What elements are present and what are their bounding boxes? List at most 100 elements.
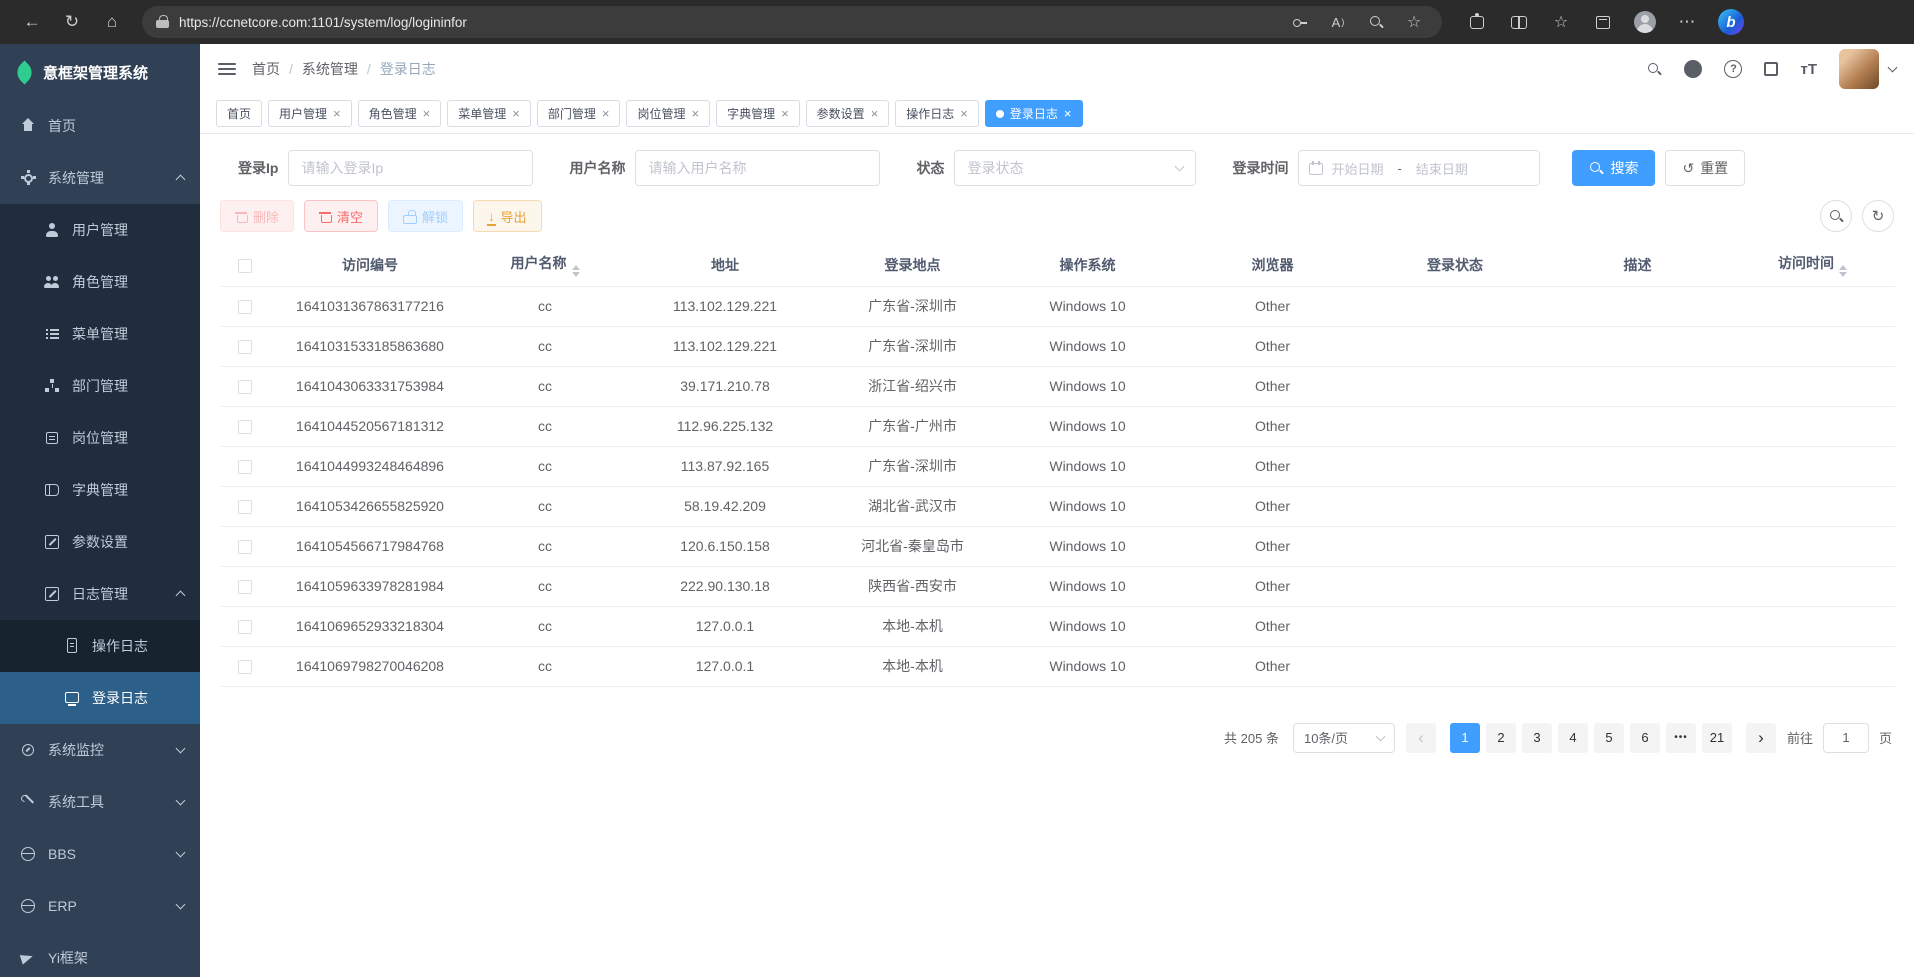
header-search-icon[interactable]: [1647, 62, 1662, 77]
clear-button[interactable]: 清空: [304, 200, 378, 232]
sidebar-item-operlog[interactable]: 操作日志: [0, 620, 200, 672]
sidebar-item-home[interactable]: 首页: [0, 100, 200, 152]
sidebar-item-erp[interactable]: ERP: [0, 880, 200, 932]
sort-icon[interactable]: [572, 265, 580, 277]
github-icon[interactable]: [1684, 60, 1702, 78]
close-icon[interactable]: ×: [512, 106, 520, 121]
page-button-4[interactable]: 4: [1558, 723, 1588, 753]
tab-岗位管理[interactable]: 岗位管理×: [626, 100, 710, 127]
font-size-icon[interactable]: тT: [1800, 61, 1817, 78]
row-checkbox[interactable]: [238, 380, 252, 394]
sidebar-item-label: 字典管理: [72, 480, 128, 500]
row-checkbox[interactable]: [238, 580, 252, 594]
tab-操作日志[interactable]: 操作日志×: [895, 100, 979, 127]
row-checkbox[interactable]: [238, 460, 252, 474]
date-range-input[interactable]: 开始日期 - 结束日期: [1298, 150, 1540, 186]
page-size-select[interactable]: 10条/页: [1293, 723, 1395, 753]
page-button-5[interactable]: 5: [1594, 723, 1624, 753]
collections-icon[interactable]: [1586, 5, 1620, 39]
tab-参数设置[interactable]: 参数设置×: [806, 100, 890, 127]
sidebar-item-yi[interactable]: Yi框架: [0, 932, 200, 977]
sidebar-item-user[interactable]: 用户管理: [0, 204, 200, 256]
sidebar-item-monitor[interactable]: 系统监控: [0, 724, 200, 776]
tab-首页[interactable]: 首页: [216, 100, 262, 127]
add-favorite-icon[interactable]: ☆: [1400, 9, 1428, 35]
sidebar-item-menu[interactable]: 菜单管理: [0, 308, 200, 360]
split-screen-icon[interactable]: [1502, 5, 1536, 39]
sidebar-item-tool[interactable]: 系统工具: [0, 776, 200, 828]
refresh-table-button[interactable]: ↻: [1862, 200, 1894, 232]
sidebar-item-dept[interactable]: 部门管理: [0, 360, 200, 412]
row-checkbox[interactable]: [238, 300, 252, 314]
zoom-icon[interactable]: [1362, 9, 1390, 35]
tab-字典管理[interactable]: 字典管理×: [716, 100, 800, 127]
unlock-button[interactable]: 解锁: [388, 200, 463, 232]
avatar-chevron-icon[interactable]: [1888, 63, 1898, 73]
sidebar-item-system[interactable]: 系统管理: [0, 152, 200, 204]
password-key-icon[interactable]: [1286, 9, 1314, 35]
close-icon[interactable]: ×: [691, 106, 699, 121]
bing-discover-icon[interactable]: b: [1718, 9, 1744, 35]
sidebar-item-log[interactable]: 日志管理: [0, 568, 200, 620]
hamburger-icon[interactable]: [218, 63, 236, 75]
sort-icon[interactable]: [1839, 265, 1847, 277]
toggle-search-button[interactable]: [1820, 200, 1852, 232]
close-icon[interactable]: ×: [960, 106, 968, 121]
extensions-icon[interactable]: [1460, 5, 1494, 39]
user-avatar[interactable]: [1839, 49, 1879, 89]
page-button-1[interactable]: 1: [1450, 723, 1480, 753]
sidebar-item-config[interactable]: 参数设置: [0, 516, 200, 568]
settings-more-icon[interactable]: ⋯: [1670, 5, 1704, 39]
close-icon[interactable]: ×: [781, 106, 789, 121]
delete-button[interactable]: 删除: [220, 200, 294, 232]
address-bar[interactable]: https://ccnetcore.com:1101/system/log/lo…: [142, 6, 1442, 38]
breadcrumb-item[interactable]: 系统管理: [302, 59, 358, 79]
goto-page-input[interactable]: [1823, 723, 1869, 753]
prev-page-button[interactable]: ‹: [1406, 723, 1436, 753]
tab-部门管理[interactable]: 部门管理×: [537, 100, 621, 127]
row-checkbox[interactable]: [238, 420, 252, 434]
tab-菜单管理[interactable]: 菜单管理×: [447, 100, 531, 127]
more-pages-button[interactable]: •••: [1666, 723, 1696, 753]
select-all-checkbox[interactable]: [238, 259, 252, 273]
row-checkbox[interactable]: [238, 340, 252, 354]
reset-button[interactable]: ↺ 重置: [1665, 150, 1745, 186]
sidebar-item-bbs[interactable]: BBS: [0, 828, 200, 880]
page-button-21[interactable]: 21: [1702, 723, 1732, 753]
sidebar-item-post[interactable]: 岗位管理: [0, 412, 200, 464]
read-aloud-icon[interactable]: A): [1324, 9, 1352, 35]
status-select[interactable]: 登录状态: [954, 150, 1196, 186]
sidebar-item-loginlog[interactable]: 登录日志: [0, 672, 200, 724]
tab-登录日志[interactable]: 登录日志×: [985, 100, 1083, 127]
favorites-icon[interactable]: ☆: [1544, 5, 1578, 39]
url-text[interactable]: https://ccnetcore.com:1101/system/log/lo…: [179, 15, 1276, 30]
user-name-input[interactable]: [635, 150, 880, 186]
tab-用户管理[interactable]: 用户管理×: [268, 100, 352, 127]
profile-icon[interactable]: [1628, 5, 1662, 39]
close-icon[interactable]: ×: [423, 106, 431, 121]
tab-角色管理[interactable]: 角色管理×: [358, 100, 442, 127]
back-icon[interactable]: ←: [14, 5, 50, 39]
browser-toolbar: ☆ ⋯ b: [1460, 5, 1744, 39]
fullscreen-icon[interactable]: [1764, 62, 1778, 76]
row-checkbox[interactable]: [238, 500, 252, 514]
page-button-3[interactable]: 3: [1522, 723, 1552, 753]
page-button-6[interactable]: 6: [1630, 723, 1660, 753]
browser-home-icon[interactable]: ⌂: [94, 5, 130, 39]
login-ip-input[interactable]: [288, 150, 533, 186]
next-page-button[interactable]: ›: [1746, 723, 1776, 753]
breadcrumb-item[interactable]: 首页: [252, 59, 280, 79]
row-checkbox[interactable]: [238, 540, 252, 554]
close-icon[interactable]: ×: [602, 106, 610, 121]
close-icon[interactable]: ×: [333, 106, 341, 121]
browser-refresh-icon[interactable]: ↻: [54, 5, 90, 39]
sidebar-item-dict[interactable]: 字典管理: [0, 464, 200, 516]
export-button[interactable]: ↓ 导出: [473, 200, 542, 232]
row-checkbox[interactable]: [238, 660, 252, 674]
row-checkbox[interactable]: [238, 620, 252, 634]
search-button[interactable]: 搜索: [1572, 150, 1655, 186]
close-icon[interactable]: ×: [871, 106, 879, 121]
page-button-2[interactable]: 2: [1486, 723, 1516, 753]
close-icon[interactable]: ×: [1064, 106, 1072, 121]
sidebar-item-role[interactable]: 角色管理: [0, 256, 200, 308]
